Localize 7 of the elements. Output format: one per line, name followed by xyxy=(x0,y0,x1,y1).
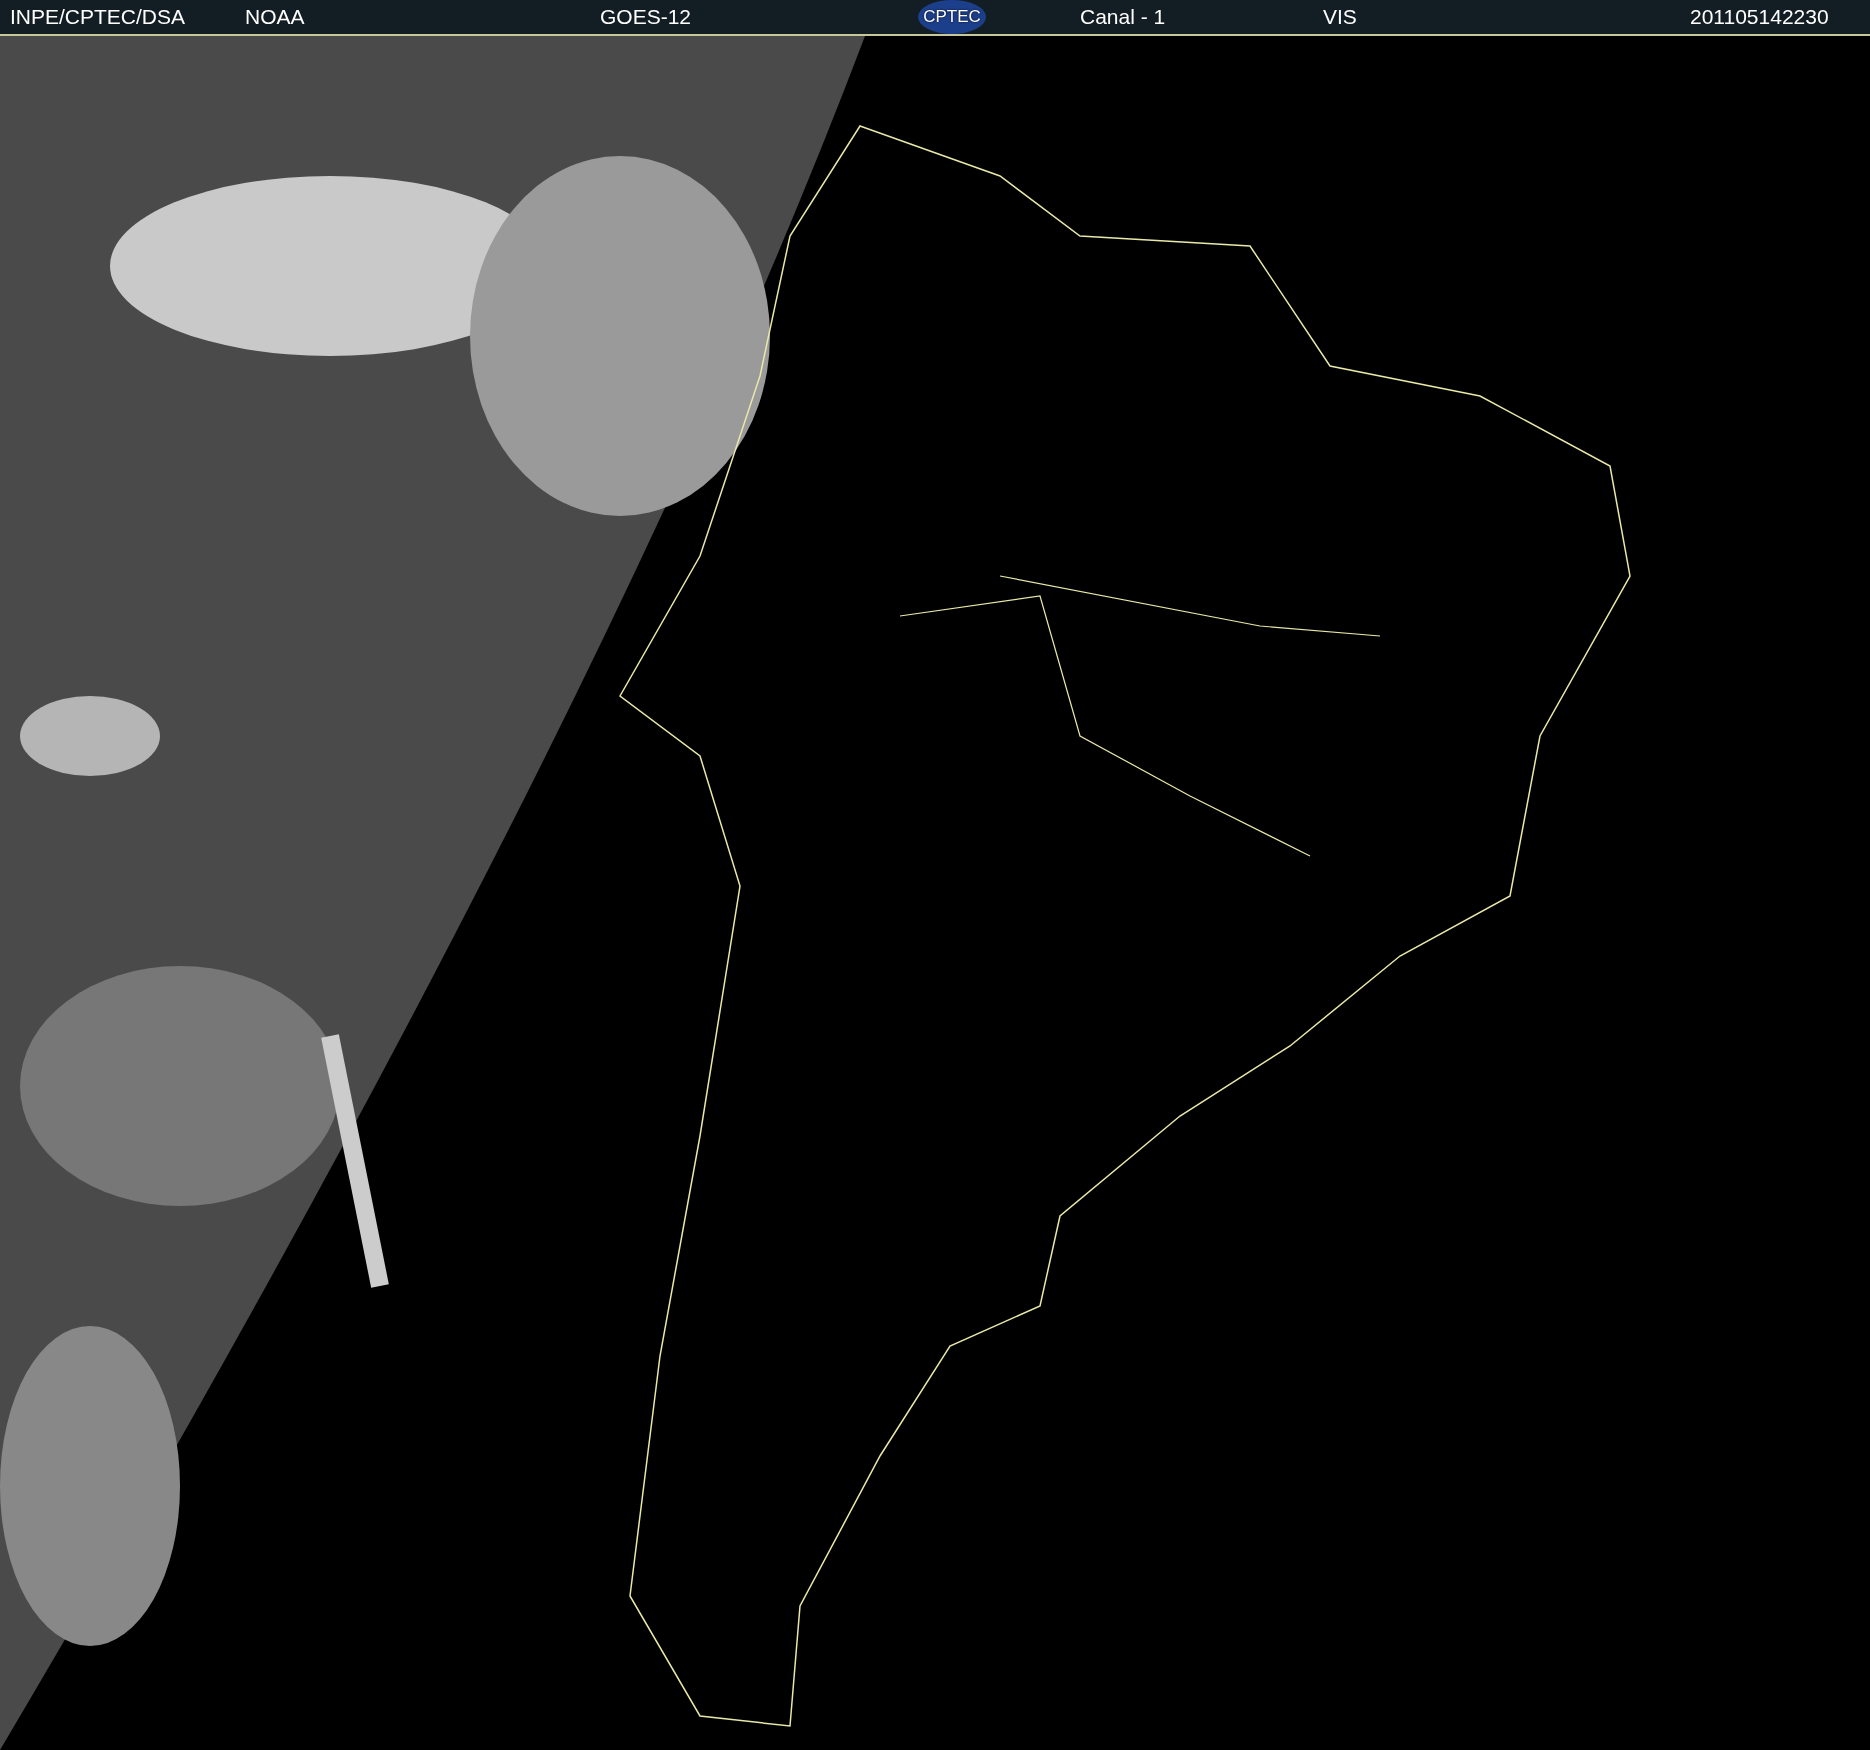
timestamp-label: 201105142230 xyxy=(1690,5,1830,29)
channel-label: Canal - 1 xyxy=(1080,5,1167,29)
agency-label: INPE/CPTEC/DSA xyxy=(10,5,187,29)
satellite-label: GOES-12 xyxy=(600,5,693,29)
source-label: NOAA xyxy=(245,5,306,29)
cptec-logo: CPTEC xyxy=(918,0,986,34)
band-label: VIS xyxy=(1323,5,1358,29)
